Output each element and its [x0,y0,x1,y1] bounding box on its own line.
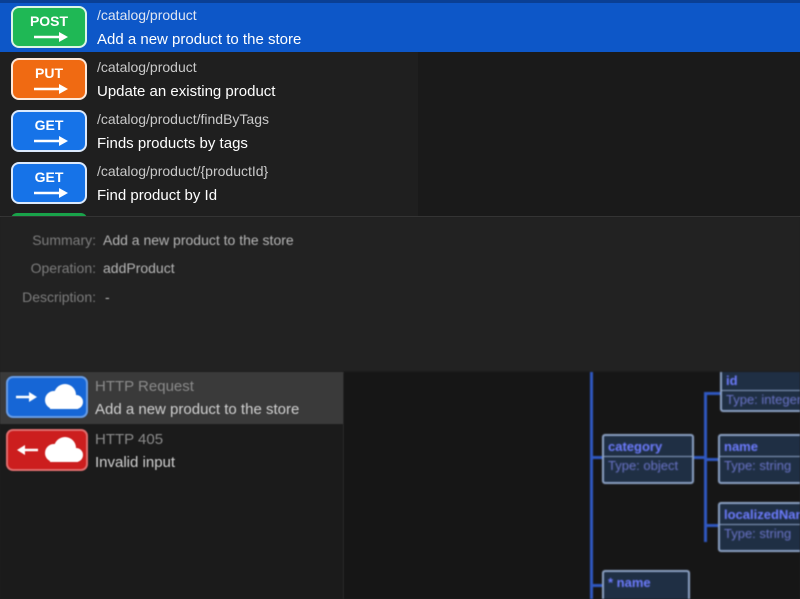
schema-connector [704,392,720,395]
schema-node-category[interactable]: category Type: object [602,434,694,484]
schema-diagram: id Type: integer category Type: object n… [344,372,800,599]
message-title: HTTP 405 [95,431,164,448]
operation-description: Add a new product to the store [97,31,302,48]
operation-value: addProduct [103,260,175,276]
schema-node-localized-name[interactable]: localizedName Type: string [718,502,800,552]
operation-path: /catalog/product/{productId} [97,163,269,179]
operation-row-get-find-by-tags[interactable]: GET /catalog/product/findByTags Finds pr… [0,104,418,156]
schema-connector [704,392,707,542]
operation-row-get-product-by-id[interactable]: GET /catalog/product/{productId} Find pr… [0,156,418,208]
message-row-http-request[interactable]: HTTP Request Add a new product to the st… [0,372,343,424]
method-badge-get: GET [11,110,87,152]
summary-value: Add a new product to the store [103,232,294,248]
cloud-request-icon [6,376,88,418]
method-label: POST [29,13,69,29]
messages-list: HTTP Request Add a new product to the st… [0,372,344,599]
schema-node-name: localizedName [724,507,800,522]
operation-description: Find product by Id [97,187,218,204]
operation-path: /catalog/product/findByTags [97,111,269,127]
schema-node-required-name[interactable]: * name [602,570,690,599]
schema-node-name: name [724,439,758,454]
operation-description: Update an existing product [97,83,276,100]
cloud-response-icon [6,429,88,471]
schema-connector [590,372,593,599]
message-row-http-405[interactable]: HTTP 405 Invalid input [0,425,343,477]
schema-node-type: Type: integer [722,390,800,409]
operation-description: Finds products by tags [97,135,248,152]
operations-list: POST /catalog/product Add a new product … [0,0,800,217]
operation-row-put-product[interactable]: PUT /catalog/product Update an existing … [0,52,418,104]
method-badge-post: POST [11,6,87,48]
schema-node-type: Type: object [604,456,692,475]
schema-node-name: * name [608,575,651,590]
arrow-right-icon [34,32,68,42]
description-value: - [105,289,110,305]
method-label: PUT [35,65,63,81]
schema-node-name[interactable]: name Type: string [718,434,800,484]
operation-path: /catalog/product [97,7,197,23]
schema-node-type: Type: string [720,524,800,543]
operation-details: Summary: Add a new product to the store … [0,217,800,371]
method-badge-put: PUT [11,58,87,100]
description-label: Description: [22,289,96,305]
arrow-right-icon [34,84,68,94]
schema-node-id[interactable]: id Type: integer [720,372,800,412]
method-badge-get: GET [11,162,87,204]
message-title: HTTP Request [95,378,194,395]
operation-row-post-product[interactable]: POST /catalog/product Add a new product … [0,0,800,52]
operation-path: /catalog/product [97,59,197,75]
schema-node-name: id [726,373,738,388]
method-label: GET [34,117,64,133]
arrow-right-icon [34,188,68,198]
message-description: Invalid input [95,454,176,471]
method-label: GET [34,169,64,185]
schema-node-type: Type: string [720,456,800,475]
message-description: Add a new product to the store [95,401,300,418]
schema-node-name: category [608,439,663,454]
arrow-right-icon [34,136,68,146]
operation-label: Operation: [30,260,96,276]
summary-label: Summary: [32,232,96,248]
